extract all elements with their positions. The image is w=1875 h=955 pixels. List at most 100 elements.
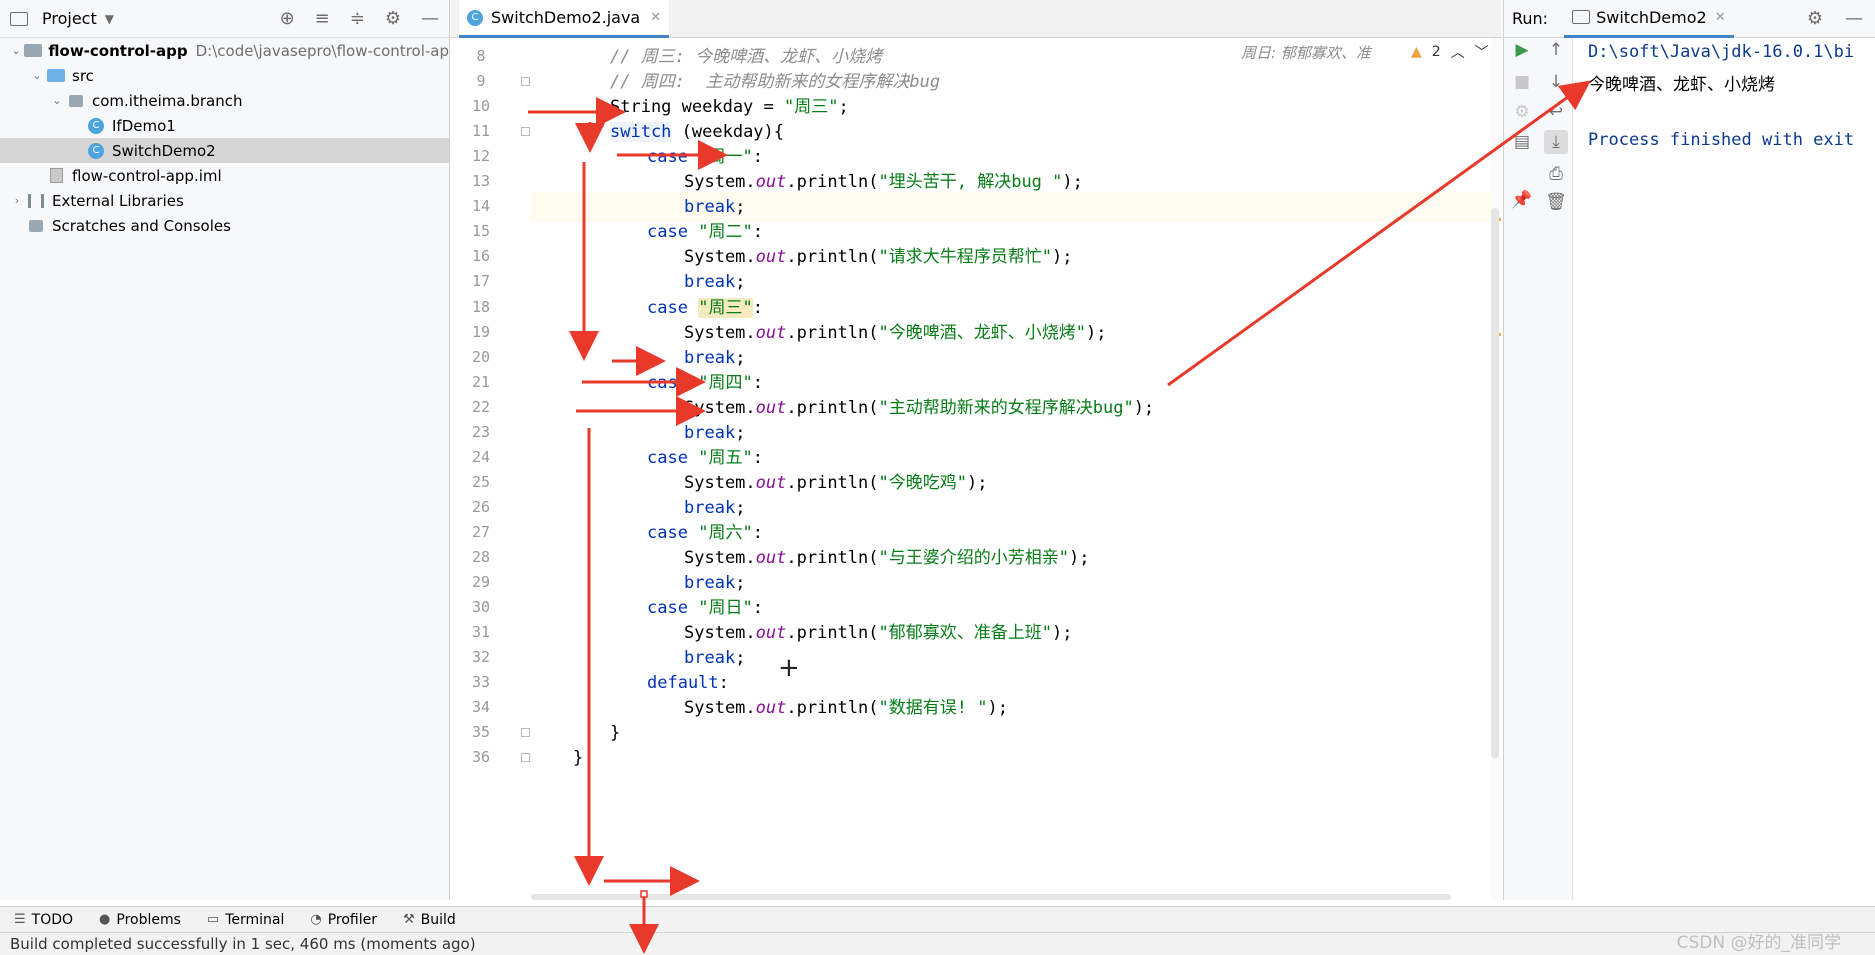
- iml-icon: [46, 168, 66, 184]
- info-icon: ●: [99, 912, 111, 927]
- fold-marker-icon[interactable]: [521, 77, 530, 87]
- print-icon[interactable]: ⎙: [1544, 162, 1568, 186]
- line-number: 17: [471, 272, 491, 291]
- hide-icon[interactable]: —: [421, 8, 439, 29]
- tool-window-bar: ☰ TODO ● Problems ▭ Terminal ◔ Profiler ⚒ Bui…: [0, 906, 1875, 932]
- project-title[interactable]: Project: [42, 9, 97, 28]
- tool-window-label: Profiler: [327, 911, 378, 928]
- settings-small-icon[interactable]: ⚙: [1510, 100, 1534, 124]
- console-output[interactable]: D:\soft\Java\jdk-16.0.1\bi 今晚啤酒、龙虾、小烧烤 P…: [1574, 38, 1875, 900]
- line-number: 13: [471, 172, 491, 191]
- locate-icon[interactable]: ⊕: [280, 8, 295, 29]
- gear-icon[interactable]: ⚙: [385, 8, 401, 29]
- run-config-icon: [1572, 10, 1591, 24]
- tree-item-label: com.itheima.branch: [92, 91, 243, 110]
- line-number: 14: [471, 197, 491, 216]
- tree-item-flow-control-app-iml[interactable]: flow-control-app.iml: [0, 163, 449, 188]
- run-tab[interactable]: SwitchDemo2 ✕: [1564, 0, 1734, 38]
- run-label: Run:: [1512, 9, 1549, 28]
- tree-item-src[interactable]: ⌄ src: [0, 63, 449, 88]
- project-tree: ⌄ flow-control-app D:\code\javasepro\flow-…: [0, 38, 449, 238]
- line-number: 31: [471, 623, 491, 642]
- chevron-down-icon[interactable]: ⌄: [48, 94, 66, 107]
- line-number: 23: [471, 422, 491, 441]
- warning-count: 2: [1431, 44, 1441, 60]
- tool-window-todo[interactable]: ☰ TODO: [14, 912, 73, 928]
- class-icon: C: [86, 117, 106, 134]
- soft-wrap-icon[interactable]: ↩: [1544, 100, 1568, 124]
- tree-item-label: src: [72, 66, 94, 85]
- tree-item-label: flow-control-app: [48, 41, 188, 60]
- status-bar: Build completed successfully in 1 sec, 4…: [0, 932, 1875, 955]
- fold-marker-icon[interactable]: [521, 127, 530, 137]
- line-number: 26: [471, 497, 491, 516]
- arrow-down-icon[interactable]: ↓: [1544, 70, 1568, 94]
- hide-icon[interactable]: —: [1845, 8, 1863, 29]
- tree-item-label: Scratches and Consoles: [52, 216, 231, 235]
- line-number: 30: [471, 598, 491, 617]
- chevron-down-icon[interactable]: ⌄: [8, 44, 24, 57]
- collapse-all-icon[interactable]: ≑: [350, 8, 365, 29]
- gear-icon[interactable]: ⚙: [1807, 8, 1823, 29]
- tree-item-com-itheima-branch[interactable]: ⌄ com.itheima.branch: [0, 88, 449, 113]
- libraries-icon: [26, 193, 46, 209]
- run-toolbar: ▶ ↑ ■ ↓ ⚙ ↩ ▤ ⤓ ⎙ 📌 🗑: [1503, 38, 1573, 900]
- tree-item-switchdemo2[interactable]: C SwitchDemo2: [0, 138, 449, 163]
- warning-icon: ▲: [1411, 44, 1422, 60]
- tool-window-terminal[interactable]: ▭ Terminal: [207, 912, 284, 928]
- code-editor[interactable]: 8 9 10 11 12 13 14 15 16 17 18 19 20 21 22 23 24 25 26 27 28…: [451, 38, 1501, 900]
- tool-window-label: Terminal: [225, 911, 285, 928]
- tool-window-problems[interactable]: ● Problems: [99, 912, 181, 928]
- line-number: 10: [471, 97, 491, 116]
- layout-icon[interactable]: ▤: [1510, 130, 1534, 154]
- pin-icon[interactable]: 📌: [1510, 188, 1534, 212]
- vertical-scrollbar[interactable]: [1491, 208, 1499, 758]
- trash-icon[interactable]: 🗑: [1544, 190, 1568, 214]
- line-number: 21: [471, 372, 491, 391]
- line-number: 32: [471, 648, 491, 667]
- hammer-icon: ⚒: [403, 912, 415, 927]
- tab-switchdemo2[interactable]: C SwitchDemo2.java ✕: [459, 0, 670, 38]
- source-folder-icon: [46, 68, 66, 84]
- module-path: D:\code\javasepro\flow-control-ap: [195, 41, 449, 60]
- close-icon[interactable]: ✕: [650, 10, 661, 25]
- status-message[interactable]: Build completed successfully in 1 sec, 4…: [10, 935, 476, 953]
- line-number: 19: [471, 322, 491, 341]
- class-icon: C: [86, 142, 106, 159]
- package-icon: [66, 93, 86, 109]
- line-number: 22: [471, 397, 491, 416]
- close-icon[interactable]: ✕: [1715, 10, 1726, 25]
- console-line: 今晚啤酒、龙虾、小烧烤: [1588, 75, 1775, 95]
- tree-item-label: SwitchDemo2: [112, 141, 216, 160]
- run-tool-window-header: Run: SwitchDemo2 ✕ ⚙ —: [1503, 0, 1875, 38]
- line-number: 35: [471, 723, 491, 742]
- tree-item-flow-control-app[interactable]: ⌄ flow-control-app D:\code\javasepro\flow-…: [0, 38, 449, 63]
- code-line[interactable]: }: [531, 743, 583, 773]
- tree-item-label: External Libraries: [52, 191, 184, 210]
- tree-item-external-libraries[interactable]: › External Libraries: [0, 188, 449, 213]
- chevron-up-icon[interactable]: ︿: [1451, 42, 1465, 62]
- fold-marker-icon[interactable]: [521, 753, 530, 763]
- chevron-down-icon[interactable]: ⌄: [28, 69, 46, 82]
- tree-item-label: IfDemo1: [112, 116, 176, 135]
- scroll-to-end-icon[interactable]: ⤓: [1544, 130, 1568, 154]
- fold-marker-icon[interactable]: [521, 728, 530, 738]
- expand-all-icon[interactable]: ≡: [315, 8, 330, 29]
- inspection-widget[interactable]: ▲ 2 ︿ ﹀: [1411, 42, 1489, 62]
- horizontal-scrollbar[interactable]: [531, 894, 1451, 900]
- arrow-up-icon[interactable]: ↑: [1544, 38, 1568, 62]
- chevron-down-icon[interactable]: ﹀: [1475, 42, 1489, 62]
- editor-tab-bar: C SwitchDemo2.java ✕: [451, 0, 1501, 38]
- tree-item-scratches-and-consoles[interactable]: Scratches and Consoles: [0, 213, 449, 238]
- profiler-icon: ◔: [310, 912, 322, 927]
- chevron-down-icon[interactable]: ▼: [105, 12, 114, 26]
- line-number: 34: [471, 698, 491, 717]
- console-line: D:\soft\Java\jdk-16.0.1\bi: [1588, 42, 1855, 62]
- rerun-icon[interactable]: ▶: [1510, 38, 1534, 62]
- tab-label: SwitchDemo2.java: [491, 8, 641, 27]
- tree-item-ifdemo1[interactable]: C IfDemo1: [0, 113, 449, 138]
- stop-icon[interactable]: ■: [1510, 70, 1534, 94]
- chevron-right-icon[interactable]: ›: [8, 194, 26, 207]
- tool-window-build[interactable]: ⚒ Build: [403, 912, 456, 928]
- tool-window-profiler[interactable]: ◔ Profiler: [310, 912, 377, 928]
